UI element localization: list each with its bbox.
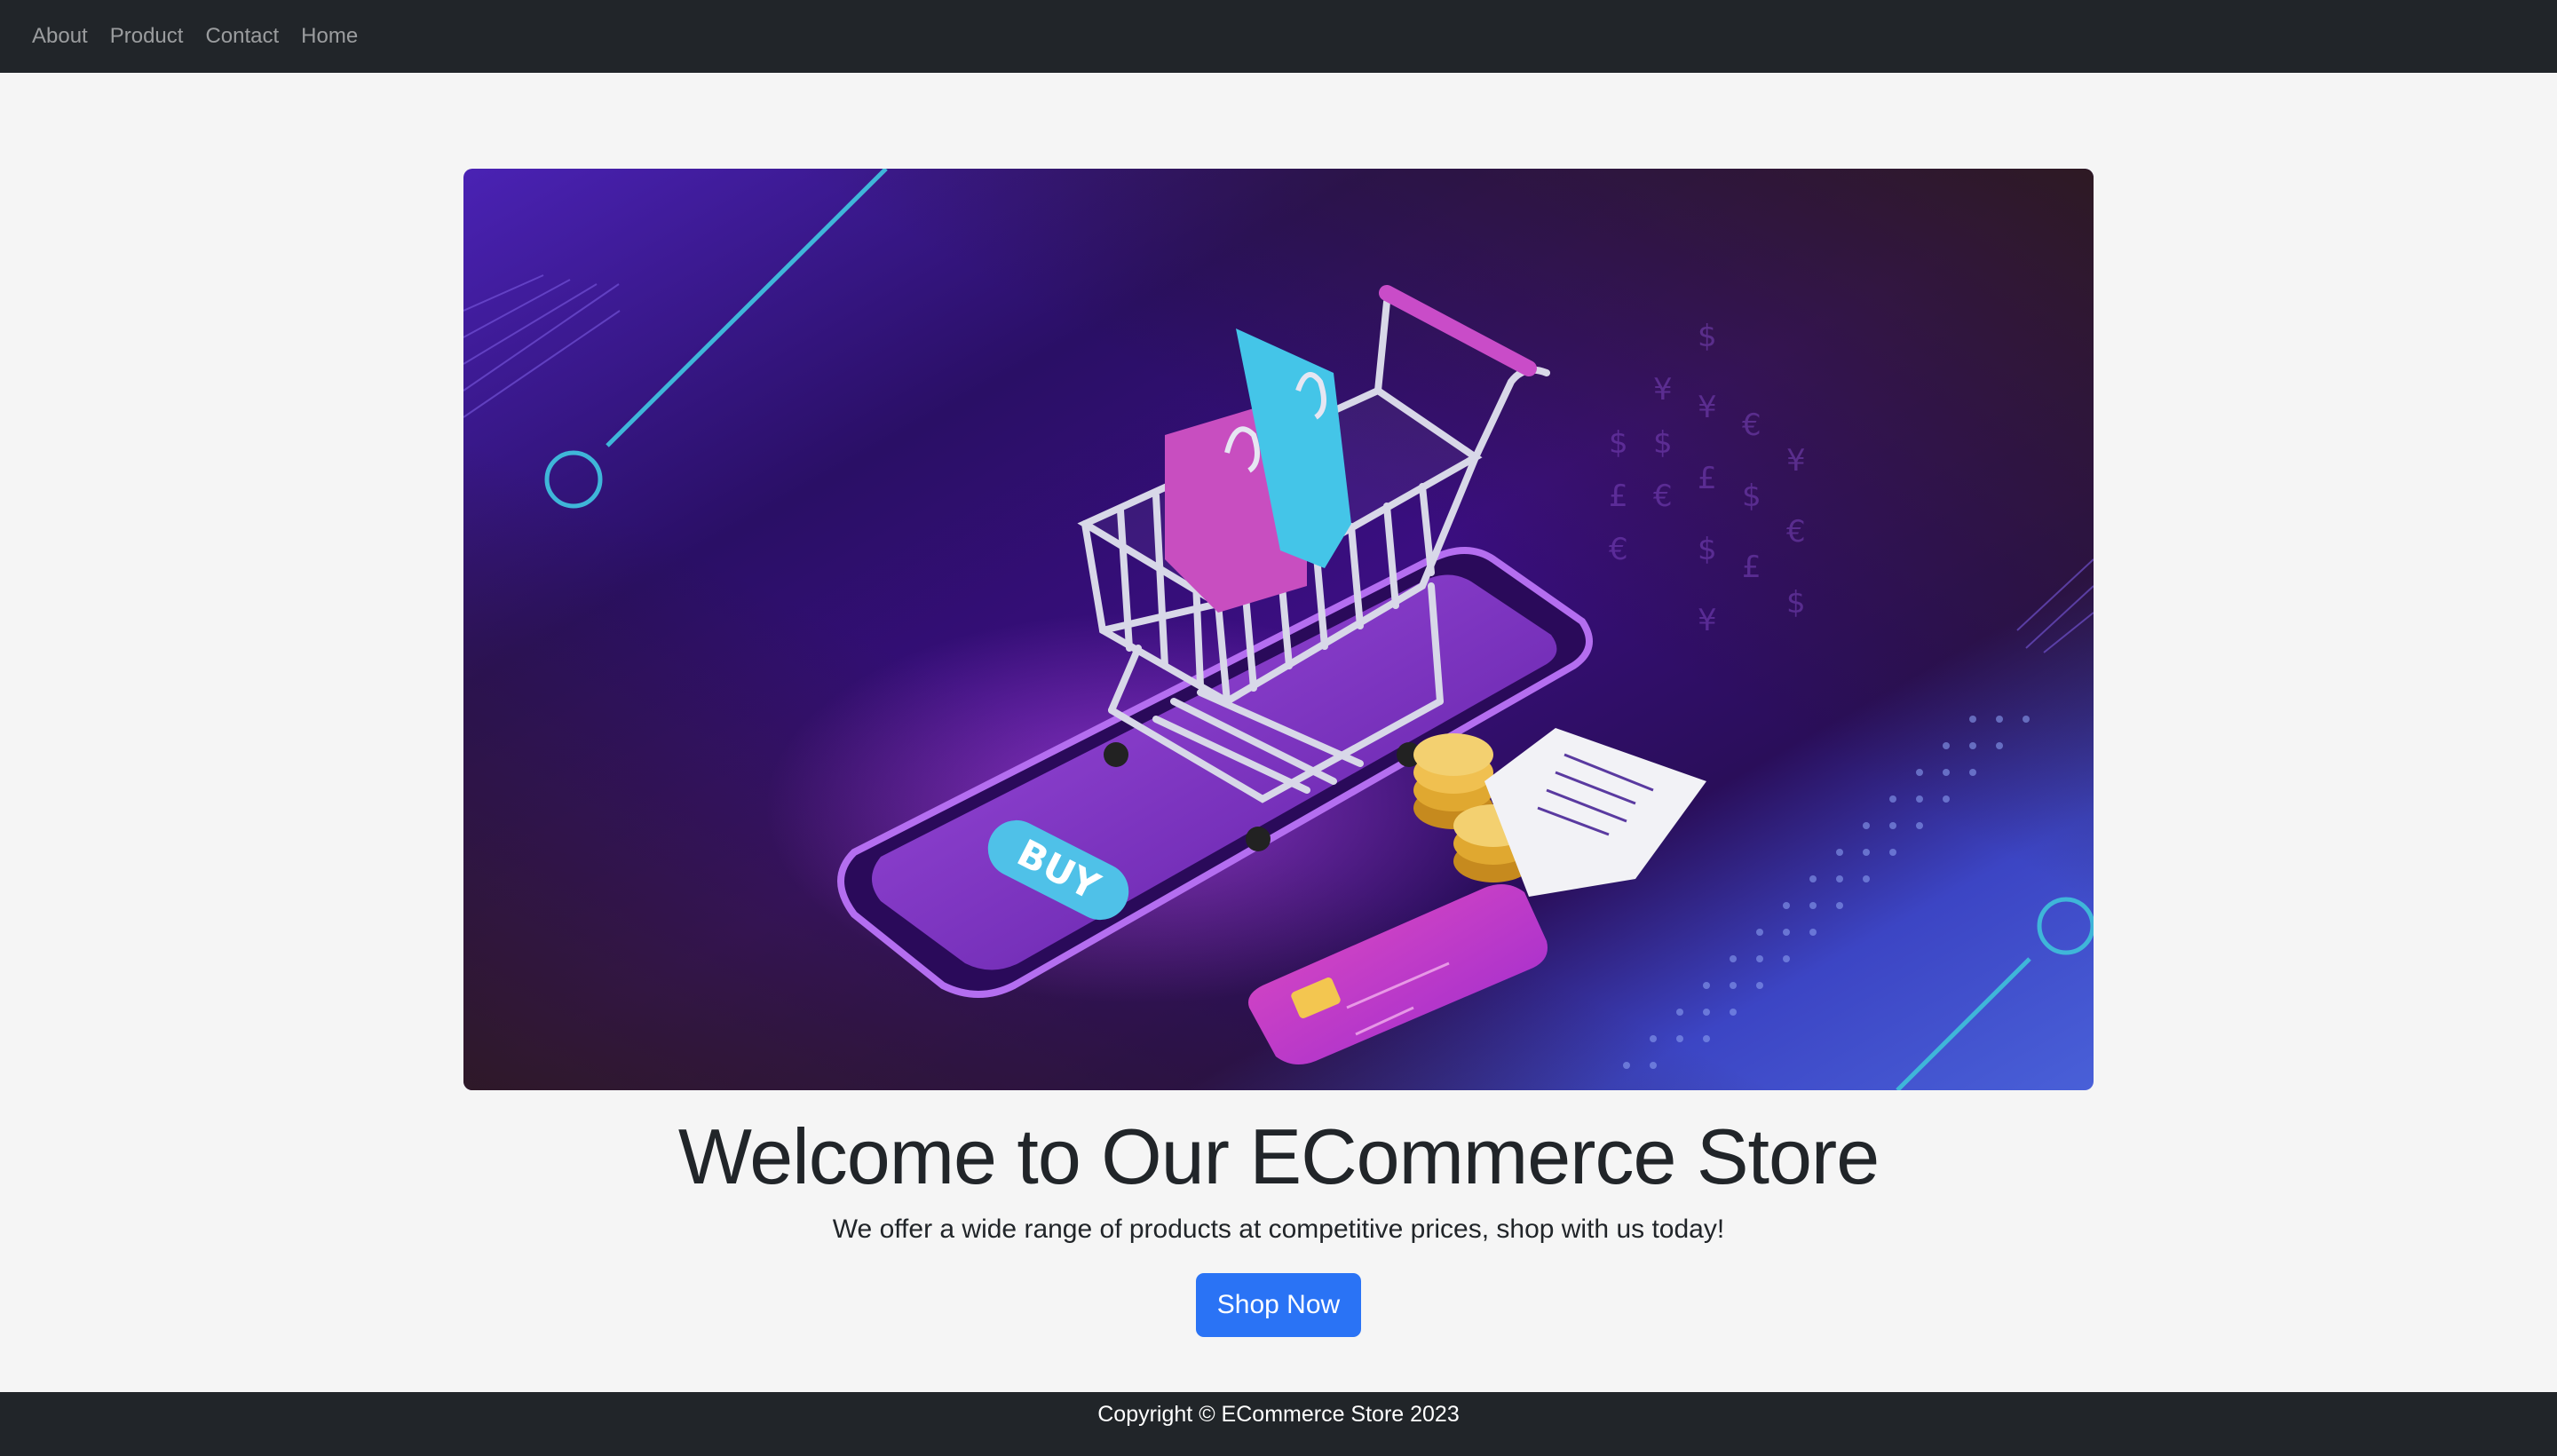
nav-link-home[interactable]: Home	[301, 24, 358, 49]
footer-copyright: Copyright © ECommerce Store 2023	[1097, 1402, 1460, 1427]
page-title: Welcome to Our ECommerce Store	[677, 1112, 1880, 1200]
navbar: About Product Contact Home	[0, 0, 2557, 73]
hero-image: $ £ € ¥ $ € $ ¥ £ $ ¥ € $ £ ¥ € $ BUY	[463, 169, 2094, 1090]
svg-text:¥: ¥	[1698, 603, 1717, 638]
nav-link-contact[interactable]: Contact	[205, 24, 279, 49]
svg-text:$: $	[1609, 425, 1628, 461]
shop-now-button[interactable]: Shop Now	[1196, 1273, 1361, 1337]
footer: Copyright © ECommerce Store 2023	[0, 1392, 2557, 1456]
svg-text:£: £	[1742, 550, 1761, 585]
page-lead: We offer a wide range of products at com…	[832, 1215, 1725, 1244]
svg-text:¥: ¥	[1786, 443, 1806, 479]
shopping-cart-illustration-icon: $£€ ¥$€ $¥£ $¥ €$£ ¥€$ BUY	[463, 169, 2094, 1090]
svg-text:$: $	[1698, 319, 1717, 354]
svg-text:€: €	[1609, 532, 1628, 567]
svg-text:$: $	[1698, 532, 1717, 567]
svg-text:€: €	[1786, 514, 1806, 550]
svg-text:£: £	[1698, 461, 1717, 496]
svg-text:$: $	[1653, 425, 1673, 461]
svg-text:$: $	[1786, 585, 1806, 621]
svg-text:¥: ¥	[1698, 390, 1717, 425]
svg-text:€: €	[1742, 408, 1761, 443]
svg-text:€: €	[1653, 479, 1673, 514]
nav-link-product[interactable]: Product	[110, 24, 184, 49]
nav-link-about[interactable]: About	[32, 24, 88, 49]
svg-text:$: $	[1742, 479, 1761, 514]
svg-text:£: £	[1609, 479, 1628, 514]
svg-text:¥: ¥	[1653, 372, 1673, 408]
